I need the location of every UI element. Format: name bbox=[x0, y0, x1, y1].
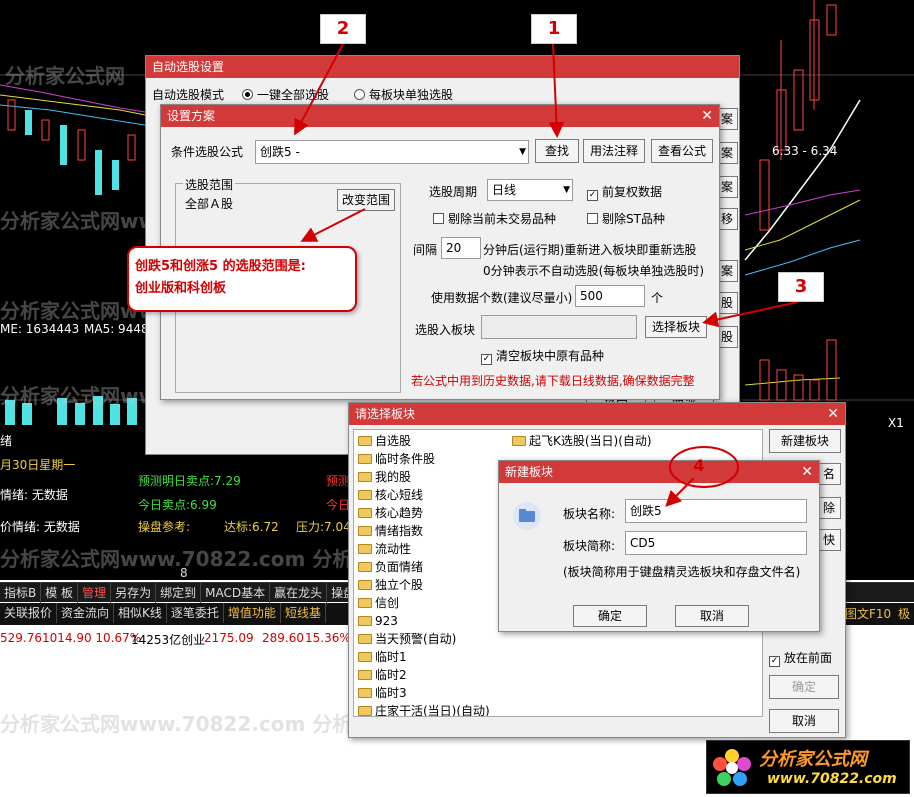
marker-4: 4 bbox=[693, 456, 705, 475]
annotation-arrows bbox=[294, 43, 799, 507]
site-logo: 分析家公式网 www.70822.com bbox=[706, 740, 910, 794]
logo-url: www.70822.com bbox=[767, 771, 897, 787]
marker-3: 3 bbox=[778, 272, 824, 302]
marker-1: 1 bbox=[531, 14, 577, 44]
marker-2: 2 bbox=[320, 14, 366, 44]
logo-name: 分析家公式网 bbox=[759, 749, 867, 770]
flower-logo-icon bbox=[713, 749, 751, 786]
